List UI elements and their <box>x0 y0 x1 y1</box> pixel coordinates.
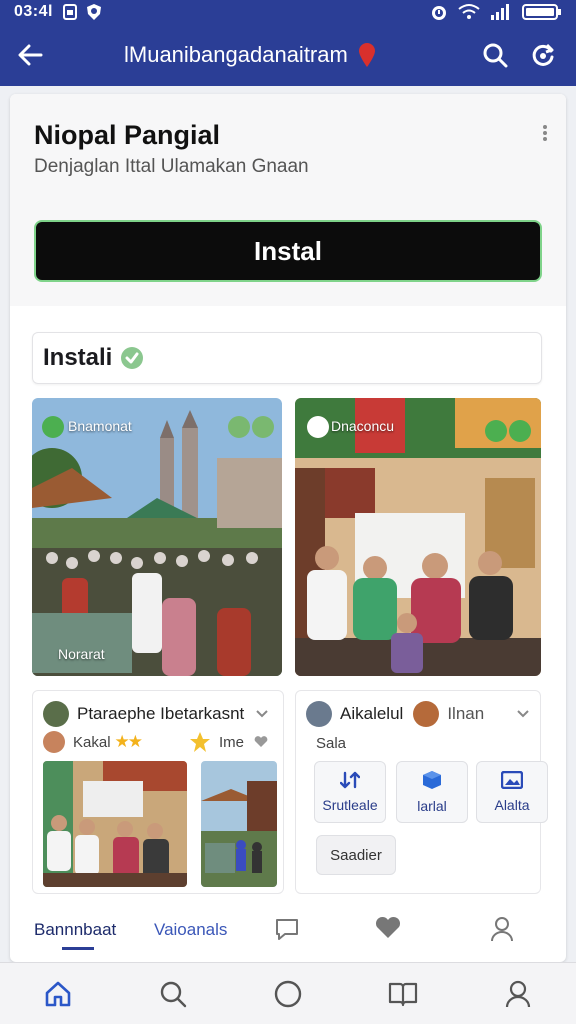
avatar <box>306 701 332 727</box>
alarm-icon <box>430 3 448 21</box>
more-options-icon[interactable] <box>542 124 548 142</box>
nav-search[interactable] <box>143 969 203 1019</box>
avatar <box>413 701 440 727</box>
profile-icon <box>505 980 531 1008</box>
classroom-group-image <box>295 398 541 676</box>
details-card[interactable]: Aikalelul Ilnan Sala Srutleale larlal Al… <box>295 690 548 894</box>
rating-row: Kakal ★★ <box>43 731 144 753</box>
tile-button[interactable]: Srutleale <box>314 761 386 823</box>
app-subtitle: Denjaglan Ittal Ulamakan Gnaan <box>34 156 309 177</box>
nav-circle[interactable] <box>258 969 318 1019</box>
home-icon <box>44 980 72 1008</box>
refresh-button[interactable] <box>530 42 556 68</box>
check-circle-icon <box>120 346 144 370</box>
search-icon <box>159 980 187 1008</box>
app-bar: lMuanibangadanaitram <box>0 30 576 80</box>
nav-home[interactable] <box>28 969 88 1019</box>
tile-label: Srutleale <box>322 797 378 813</box>
review-author: Ptaraephe Ibetarkasnt <box>77 704 245 723</box>
photo-gallery-item[interactable]: Dnaconcu <box>295 398 541 676</box>
section-title: Instali <box>43 344 113 371</box>
badge-icon <box>42 416 64 438</box>
inner-tab-bar: Bannnbaat Vaioanals <box>10 906 566 962</box>
signal-icon <box>490 3 512 21</box>
details-author-row: Aikalelul Ilnan <box>306 701 484 727</box>
tab-vaioanals[interactable]: Vaioanals <box>154 920 227 940</box>
details-author-2: Ilnan <box>447 704 485 723</box>
search-icon <box>482 42 508 68</box>
section-header: Instali <box>32 332 542 384</box>
star-rating: ★★ <box>114 732 144 751</box>
status-time: 03:4l <box>14 3 53 20</box>
top-bar: 03:4l lMuanibangadanaitram <box>0 0 576 86</box>
badge-icon <box>252 416 274 438</box>
review-card[interactable]: Ptaraephe Ibetarkasnt Kakal ★★ Ime <box>32 690 284 894</box>
courtyard-image <box>201 761 277 887</box>
location-pin-icon <box>358 42 376 68</box>
wifi-icon <box>458 3 480 21</box>
bottom-navigation <box>0 962 576 1024</box>
tab-bannnbaat[interactable]: Bannnbaat <box>34 920 116 950</box>
shield-icon <box>85 3 103 21</box>
photo-label: Dnaconcu <box>331 418 395 434</box>
tile-button[interactable]: Alalta <box>476 761 548 823</box>
photo-caption: Norarat <box>58 646 105 662</box>
heart-icon[interactable] <box>254 736 268 748</box>
cube-icon <box>422 770 442 790</box>
heart-icon[interactable] <box>374 916 402 940</box>
chip-button[interactable]: Saadier <box>316 835 396 875</box>
rating-label: Kakal <box>73 733 111 751</box>
review-photo[interactable] <box>43 761 187 887</box>
avatar <box>43 701 69 727</box>
review-author-row: Ptaraephe Ibetarkasnt <box>43 701 244 727</box>
chevron-down-icon[interactable] <box>255 709 269 719</box>
back-arrow-icon <box>17 44 43 66</box>
book-icon <box>388 981 418 1007</box>
image-icon <box>501 771 523 789</box>
badge-icon <box>228 416 250 438</box>
nav-library[interactable] <box>373 969 433 1019</box>
battery-icon <box>522 3 562 21</box>
tile-label: Alalta <box>494 797 530 813</box>
install-button[interactable]: Instal <box>34 220 542 282</box>
tag-label: Ime <box>219 733 245 751</box>
star-icon <box>189 731 211 753</box>
badge-icon <box>307 416 329 438</box>
classroom-image <box>43 761 187 887</box>
badge-icon <box>509 420 531 442</box>
person-icon[interactable] <box>490 916 514 942</box>
details-section-label: Sala <box>316 735 347 752</box>
photo-label: Bnamonat <box>68 418 132 434</box>
outdoor-crowd-image <box>32 398 282 676</box>
search-button[interactable] <box>482 42 508 68</box>
chat-icon[interactable] <box>274 916 300 942</box>
app-bar-title: lMuanibangadanaitram <box>124 42 348 67</box>
circle-icon <box>274 980 302 1008</box>
review-photo[interactable] <box>201 761 277 887</box>
photo-gallery-item[interactable]: Bnamonat Norarat <box>32 398 282 676</box>
details-author: Aikalelul <box>340 704 404 723</box>
arrows-icon <box>340 771 360 789</box>
listing-header: Niopal Pangial Denjaglan Ittal Ulamakan … <box>10 94 566 306</box>
app-listing-card: Niopal Pangial Denjaglan Ittal Ulamakan … <box>10 94 566 962</box>
tag-row: Ime <box>189 731 268 753</box>
refresh-icon <box>530 42 556 68</box>
back-button[interactable] <box>0 30 60 80</box>
sim-icon <box>62 4 77 20</box>
badge-icon <box>485 420 507 442</box>
status-bar: 03:4l <box>0 0 576 24</box>
app-name: Niopal Pangial <box>34 120 221 150</box>
tile-label: larlal <box>417 798 447 814</box>
tile-button[interactable]: larlal <box>396 761 468 823</box>
avatar <box>43 731 65 753</box>
chevron-down-icon[interactable] <box>516 709 530 719</box>
nav-profile[interactable] <box>488 969 548 1019</box>
